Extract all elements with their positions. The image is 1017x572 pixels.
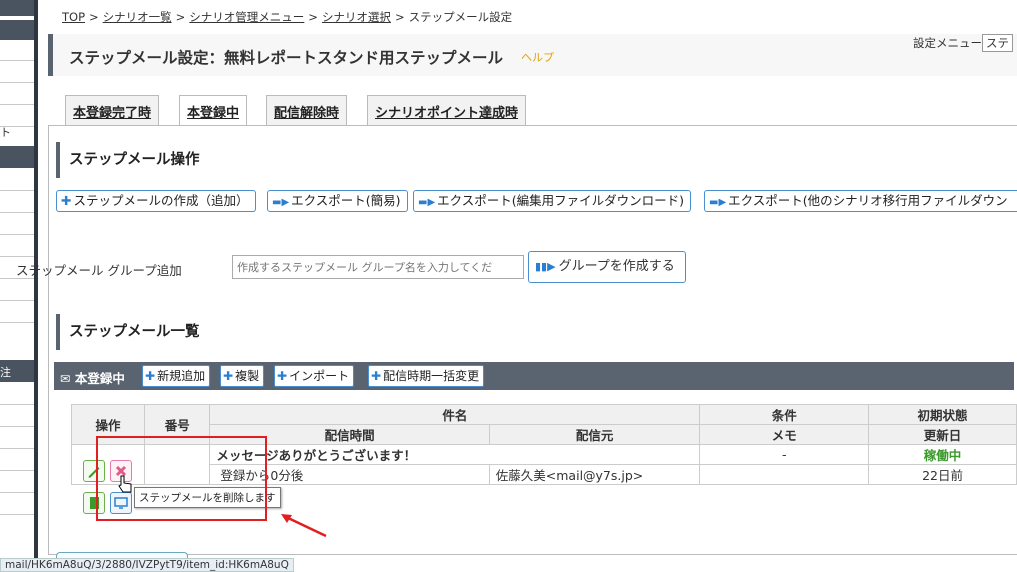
arrow-right-icon: ▬▶ — [709, 197, 727, 208]
breadcrumb-separator: > — [394, 10, 405, 24]
list-toolbar-title: 本登録中 — [74, 371, 125, 386]
sidebar-section-2 — [0, 146, 36, 168]
sidebar-divider — [0, 212, 36, 213]
highlight-box — [96, 436, 267, 521]
sidebar-divider — [0, 256, 36, 257]
header-initial-state: 初期状態 — [868, 404, 1017, 425]
settings-menu-select[interactable]: ステ — [982, 34, 1013, 52]
sidebar-divider — [0, 234, 36, 235]
import-button[interactable]: ✚ インポート — [274, 365, 355, 387]
condition-cell: - — [699, 444, 870, 465]
export-edit-label: エクスポート(編集用ファイルダウンロード) — [437, 193, 685, 208]
settings-menu: 設定メニュー ステ — [913, 34, 1013, 52]
copy-button[interactable]: ✚ 複製 — [220, 365, 265, 387]
breadcrumb-separator: > — [175, 10, 186, 24]
sidebar-divider — [0, 426, 36, 427]
subject-cell[interactable]: メッセージありがとうございます！ — [209, 444, 701, 465]
import-label: インポート — [289, 369, 350, 383]
breadcrumb-link-top[interactable]: TOP — [62, 10, 85, 24]
export-other-label: エクスポート(他のシナリオ移行用ファイルダウン — [728, 193, 1008, 208]
header-condition: 条件 — [699, 404, 870, 425]
sidebar-divider — [0, 190, 36, 191]
sidebar-fragment-text: ト — [0, 126, 11, 139]
list-heading: ステップメール一覧 — [56, 314, 200, 350]
export-simple-button[interactable]: ▬▶ エクスポート(簡易) — [267, 190, 408, 212]
create-group-label: グループを作成する — [558, 259, 675, 274]
sidebar-divider — [0, 104, 36, 105]
plus-icon: ✚ — [223, 369, 234, 383]
status-bar-url: mail/HK6mA8uQ/3/2880/IVZPytT9/item_id:HK… — [0, 558, 294, 572]
bulk-change-label: 配信時期一括変更 — [383, 369, 480, 383]
tab-registering[interactable]: 本登録中 — [179, 95, 248, 126]
group-name-input[interactable] — [232, 255, 524, 279]
header-memo: メモ — [699, 424, 870, 445]
plus-icon: ✚ — [61, 193, 72, 208]
plus-icon: ✚ — [277, 369, 288, 383]
sidebar-divider — [0, 514, 36, 515]
export-edit-button[interactable]: ▬▶ エクスポート(編集用ファイルダウンロード) — [413, 190, 692, 212]
arrow-right-icon: ▬▶ — [272, 197, 290, 208]
bulk-change-button[interactable]: ✚ 配信時期一括変更 — [368, 365, 485, 387]
tab-scenario-point[interactable]: シナリオポイント達成時 — [367, 95, 527, 125]
sidebar-fragment-text: 注 — [0, 366, 11, 379]
create-stepmail-button[interactable]: ✚ ステップメールの作成（追加） — [56, 190, 256, 212]
header-updated: 更新日 — [868, 424, 1017, 445]
copy-label: 複製 — [235, 369, 260, 383]
export-other-button[interactable]: ▬▶ エクスポート(他のシナリオ移行用ファイルダウン — [704, 190, 1017, 212]
tab-registration-complete[interactable]: 本登録完了時 — [65, 95, 160, 125]
list-toolbar-label: ✉ 本登録中 — [60, 368, 125, 387]
annotation-arrow-icon — [281, 514, 327, 538]
sender-cell: 佐藤久美<mail@y7s.jp> — [488, 464, 701, 485]
header-sender: 配信元 — [488, 424, 701, 445]
breadcrumb-separator: > — [308, 10, 318, 24]
page-title-box: ステップメール設定：無料レポートスタンド用ステップメール ヘルプ — [48, 34, 1017, 76]
sidebar-divider — [0, 322, 36, 323]
sidebar-divider — [0, 448, 36, 449]
folder-icon: ✉ — [60, 371, 75, 386]
create-stepmail-label: ステップメールの作成（追加） — [73, 193, 249, 208]
sidebar-divider — [0, 404, 36, 405]
sidebar-divider — [0, 60, 36, 61]
operations-heading: ステップメール操作 — [56, 142, 200, 178]
memo-cell — [699, 464, 870, 485]
breadcrumb-link-scenario-list[interactable]: シナリオ一覧 — [103, 10, 172, 24]
plus-icon: ✚ — [371, 369, 382, 383]
sidebar-divider — [0, 470, 36, 471]
table-header-row: 操作 番号 件名 条件 初期状態 — [70, 404, 1017, 445]
status-cell: 稼働中 — [868, 444, 1017, 465]
plus-icon: ✚ — [145, 369, 156, 383]
breadcrumb-current: ステップメール設定 — [408, 10, 513, 24]
list-toolbar: ✉ 本登録中 ✚ 新規追加 ✚ 複製 ✚ インポート ✚ 配信時期一括変更 — [54, 362, 1014, 390]
header-subject: 件名 — [209, 404, 701, 425]
group-add-label: ステップメール グループ追加 — [16, 263, 182, 278]
breadcrumb-link-scenario-menu[interactable]: シナリオ管理メニュー — [189, 10, 304, 24]
sidebar-section-3: 注 — [0, 360, 36, 382]
left-sidebar: 注 ト — [0, 0, 38, 572]
breadcrumb-separator: > — [89, 10, 99, 24]
arrow-right-icon: ▬▶ — [418, 197, 436, 208]
sidebar-divider — [0, 82, 36, 83]
arrow-right-icon: ▮▮▶ — [535, 260, 556, 273]
tab-unsubscribe[interactable]: 配信解除時 — [266, 95, 348, 125]
sidebar-divider — [0, 492, 36, 493]
sidebar-header — [0, 0, 36, 16]
breadcrumb-link-scenario-select[interactable]: シナリオ選択 — [322, 10, 391, 24]
new-add-label: 新規追加 — [157, 369, 206, 383]
updated-cell: 22日前 — [868, 464, 1017, 485]
sidebar-edge — [34, 0, 38, 572]
page-title: ステップメール設定：無料レポートスタンド用ステップメール — [69, 49, 504, 67]
new-add-button[interactable]: ✚ 新規追加 — [142, 365, 211, 387]
sidebar-divider — [0, 300, 36, 301]
create-group-button[interactable]: ▮▮▶ グループを作成する — [528, 251, 686, 283]
sidebar-section-1 — [0, 20, 36, 40]
settings-menu-label: 設定メニュー — [913, 36, 982, 50]
help-link[interactable]: ヘルプ — [521, 49, 554, 65]
breadcrumb: TOP > シナリオ一覧 > シナリオ管理メニュー > シナリオ選択 > ステップメール設定 — [62, 9, 512, 25]
export-simple-label: エクスポート(簡易) — [291, 193, 401, 208]
